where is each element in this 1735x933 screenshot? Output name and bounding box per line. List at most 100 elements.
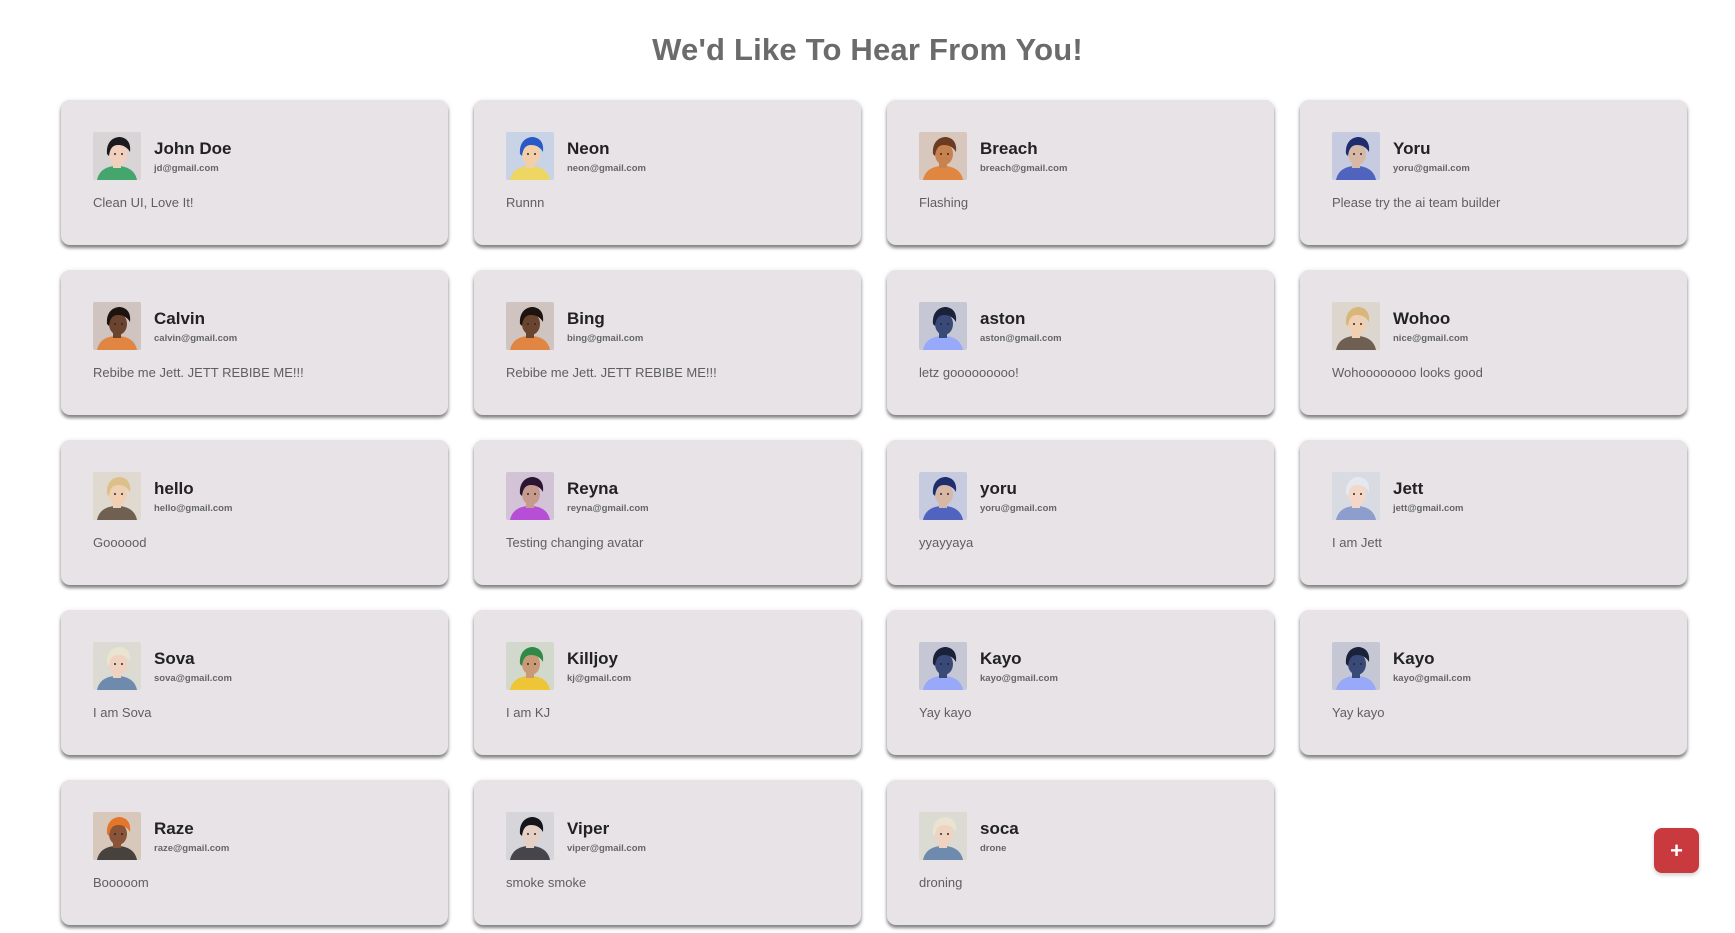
avatar [93, 472, 141, 520]
feedback-card[interactable]: aston aston@gmail.com letz gooooooooo! [887, 270, 1274, 415]
author-name: Jett [1393, 479, 1424, 498]
avatar [93, 812, 141, 860]
feedback-message: Clean UI, Love It! [93, 195, 194, 210]
agent-dark-blue-icon [1332, 132, 1380, 180]
card-header: aston aston@gmail.com [919, 302, 1242, 350]
card-header: Reyna reyna@gmail.com [506, 472, 829, 520]
feedback-message: Goooood [93, 535, 147, 550]
agent-masked-icon [506, 812, 554, 860]
author-info: Jett jett@gmail.com [1393, 477, 1464, 515]
feedback-message: Please try the ai team builder [1332, 195, 1501, 210]
avatar [919, 132, 967, 180]
author-name: soca [980, 819, 1019, 838]
avatar [1332, 302, 1380, 350]
page-title: We'd Like To Hear From You! [652, 32, 1083, 67]
avatar [1332, 642, 1380, 690]
author-name: Calvin [154, 309, 206, 328]
author-info: Breach breach@gmail.com [980, 137, 1067, 175]
feedback-card[interactable]: Sova sova@gmail.com I am Sova [61, 610, 448, 755]
feedback-message: droning [919, 875, 963, 890]
agent-sova-icon [93, 642, 141, 690]
author-email: viper@gmail.com [567, 843, 646, 854]
feedback-card[interactable]: Bing bing@gmail.com Rebibe me Jett. JETT… [474, 270, 861, 415]
card-header: hello hello@gmail.com [93, 472, 416, 520]
feedback-message: letz gooooooooo! [919, 365, 1019, 380]
agent-blue-hair-icon [506, 132, 554, 180]
feedback-card[interactable]: Kayo kayo@gmail.com Yay kayo [887, 610, 1274, 755]
author-email: sova@gmail.com [154, 673, 232, 684]
avatar [506, 812, 554, 860]
author-name: hello [154, 479, 194, 498]
card-header: Jett jett@gmail.com [1332, 472, 1655, 520]
feedback-card[interactable]: Neon neon@gmail.com Runnn [474, 100, 861, 245]
author-email: neon@gmail.com [567, 163, 646, 174]
author-info: yoru yoru@gmail.com [980, 477, 1057, 515]
feedback-card[interactable]: John Doe jd@gmail.com Clean UI, Love It! [61, 100, 448, 245]
agent-orange-cap-icon [93, 812, 141, 860]
feedback-card[interactable]: hello hello@gmail.com Goooood [61, 440, 448, 585]
agent-blonde-icon [93, 472, 141, 520]
feedback-card[interactable]: soca drone droning [887, 780, 1274, 925]
agent-blonde-icon [1332, 302, 1380, 350]
author-name: Viper [567, 819, 610, 838]
author-email: kj@gmail.com [567, 673, 632, 684]
card-header: Wohoo nice@gmail.com [1332, 302, 1655, 350]
feedback-card[interactable]: Reyna reyna@gmail.com Testing changing a… [474, 440, 861, 585]
author-email: kayo@gmail.com [980, 673, 1058, 684]
card-header: Bing bing@gmail.com [506, 302, 829, 350]
feedback-card[interactable]: Breach breach@gmail.com Flashing [887, 100, 1274, 245]
feedback-message: I am KJ [506, 705, 551, 720]
feedback-message: Rebibe me Jett. JETT REBIBE ME!!! [93, 365, 304, 380]
feedback-message: I am Sova [93, 705, 152, 720]
add-feedback-button[interactable]: + [1654, 828, 1699, 873]
avatar [93, 132, 141, 180]
feedback-card[interactable]: Wohoo nice@gmail.com Wohoooooooo looks g… [1300, 270, 1687, 415]
author-name: yoru [980, 479, 1017, 498]
avatar [93, 302, 141, 350]
author-info: Sova sova@gmail.com [154, 647, 232, 685]
author-info: Kayo kayo@gmail.com [980, 647, 1058, 685]
author-name: Kayo [980, 649, 1022, 668]
author-email: reyna@gmail.com [567, 503, 649, 514]
author-name: Sova [154, 649, 195, 668]
card-header: yoru yoru@gmail.com [919, 472, 1242, 520]
author-info: Bing bing@gmail.com [567, 307, 643, 345]
author-email: aston@gmail.com [980, 333, 1062, 344]
feedback-card[interactable]: Yoru yoru@gmail.com Please try the ai te… [1300, 100, 1687, 245]
feedback-card[interactable]: Raze raze@gmail.com Booooom [61, 780, 448, 925]
card-header: soca drone [919, 812, 1242, 860]
feedback-card[interactable]: yoru yoru@gmail.com yyayyaya [887, 440, 1274, 585]
feedback-card[interactable]: Viper viper@gmail.com smoke smoke [474, 780, 861, 925]
author-email: nice@gmail.com [1393, 333, 1469, 344]
feedback-card[interactable]: Calvin calvin@gmail.com Rebibe me Jett. … [61, 270, 448, 415]
author-name: Yoru [1393, 139, 1431, 158]
avatar [1332, 132, 1380, 180]
card-header: Calvin calvin@gmail.com [93, 302, 416, 350]
author-name: John Doe [154, 139, 232, 158]
author-name: Wohoo [1393, 309, 1451, 328]
agent-phoenix-icon [93, 302, 141, 350]
author-email: jett@gmail.com [1393, 503, 1464, 514]
card-header: Kayo kayo@gmail.com [1332, 642, 1655, 690]
agent-dark-blue-icon [919, 472, 967, 520]
feedback-card[interactable]: Kayo kayo@gmail.com Yay kayo [1300, 610, 1687, 755]
feedback-message: Runnn [506, 195, 545, 210]
author-info: hello hello@gmail.com [154, 477, 232, 515]
feedback-message: Flashing [919, 195, 969, 210]
feedback-card[interactable]: Jett jett@gmail.com I am Jett [1300, 440, 1687, 585]
author-email: calvin@gmail.com [154, 333, 238, 344]
avatar [1332, 472, 1380, 520]
agent-white-hair-icon [1332, 472, 1380, 520]
author-info: Kayo kayo@gmail.com [1393, 647, 1471, 685]
feedback-grid: John Doe jd@gmail.com Clean UI, Love It!… [61, 100, 1688, 925]
feedback-message: I am Jett [1332, 535, 1382, 550]
feedback-message: Wohoooooooo looks good [1332, 365, 1483, 380]
card-header: Breach breach@gmail.com [919, 132, 1242, 180]
agent-robot-icon [919, 642, 967, 690]
author-info: Viper viper@gmail.com [567, 817, 646, 855]
feedback-card[interactable]: Killjoy kj@gmail.com I am KJ [474, 610, 861, 755]
author-name: Kayo [1393, 649, 1435, 668]
card-header: Yoru yoru@gmail.com [1332, 132, 1655, 180]
author-name: Neon [567, 139, 610, 158]
feedback-message: Yay kayo [919, 705, 972, 720]
